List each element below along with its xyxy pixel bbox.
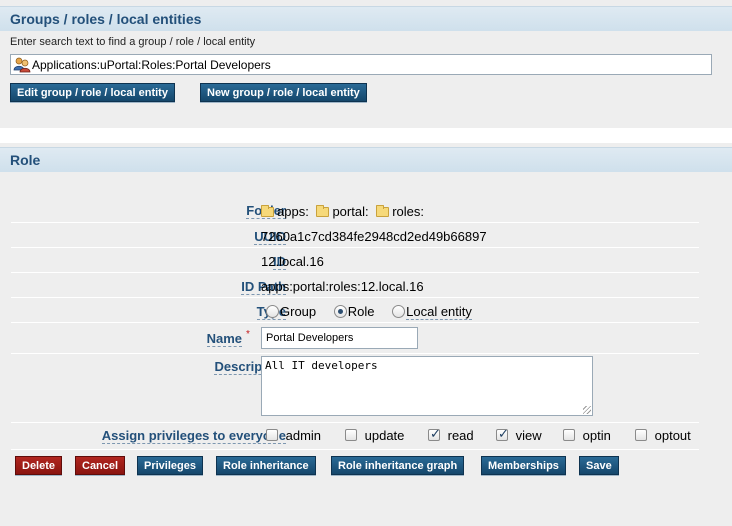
- view-checkbox[interactable]: [496, 426, 509, 442]
- uuid-value: 7260a1c7cd384fe2948cd2ed49b66897: [261, 229, 487, 244]
- required-marker: *: [246, 329, 250, 340]
- resize-grip-icon[interactable]: [583, 406, 591, 414]
- type-local-entity-label[interactable]: Local entity: [406, 304, 472, 320]
- type-options: Group Role Local entity: [266, 304, 472, 320]
- description-value: All IT developers: [265, 359, 378, 372]
- new-group-button[interactable]: New group / role / local entity: [200, 83, 367, 102]
- folder-icon: [376, 205, 390, 217]
- privilege-update: update: [345, 428, 404, 443]
- search-input[interactable]: Applications:uPortal:Roles:Portal Develo…: [10, 54, 712, 75]
- read-checkbox[interactable]: [428, 426, 441, 442]
- save-button[interactable]: Save: [579, 456, 619, 475]
- update-checkbox[interactable]: [345, 429, 357, 441]
- name-field[interactable]: Portal Developers: [261, 327, 418, 349]
- role-section-title: Role: [0, 147, 732, 172]
- privilege-view: view: [496, 426, 542, 443]
- folder-path: apps: portal: roles:: [261, 204, 424, 219]
- optin-label[interactable]: optin: [583, 428, 611, 443]
- type-group-label[interactable]: Group: [280, 304, 316, 319]
- type-role-label[interactable]: Role: [348, 304, 375, 319]
- folder-part-portal[interactable]: portal:: [332, 204, 368, 219]
- delete-button[interactable]: Delete: [15, 456, 63, 475]
- folder-icon: [261, 205, 274, 217]
- privileges-label[interactable]: Assign privileges to everyone: [101, 428, 286, 444]
- privilege-optin: optin: [563, 428, 611, 443]
- privilege-admin: admin: [266, 428, 321, 443]
- folder-part-apps[interactable]: apps:: [277, 204, 309, 219]
- view-label[interactable]: view: [516, 428, 542, 443]
- memberships-button[interactable]: Memberships: [481, 456, 566, 475]
- folder-part-roles[interactable]: roles:: [392, 204, 424, 219]
- privilege-optout: optout: [635, 428, 691, 443]
- groups-section-title: Groups / roles / local entities: [0, 6, 732, 31]
- folder-icon: [316, 205, 330, 217]
- groups-search-panel: Groups / roles / local entities Enter se…: [0, 0, 732, 128]
- edit-group-button[interactable]: Edit group / role / local entity: [10, 83, 175, 102]
- id-row: [11, 247, 699, 272]
- admin-label[interactable]: admin: [286, 428, 321, 443]
- role-inheritance-graph-button[interactable]: Role inheritance graph: [331, 456, 465, 475]
- update-label[interactable]: update: [365, 428, 405, 443]
- group-icon: [13, 56, 31, 73]
- optout-checkbox[interactable]: [635, 429, 647, 441]
- description-field[interactable]: All IT developers: [261, 356, 593, 416]
- type-local-entity-radio[interactable]: [392, 305, 406, 318]
- read-label[interactable]: read: [448, 428, 474, 443]
- privilege-read: read: [428, 426, 474, 443]
- privileges-button[interactable]: Privileges: [137, 456, 203, 475]
- admin-checkbox[interactable]: [266, 429, 278, 441]
- role-inheritance-button[interactable]: Role inheritance: [216, 456, 316, 475]
- cancel-button[interactable]: Cancel: [75, 456, 126, 475]
- id-path-value: apps:portal:roles:12.local.16: [261, 279, 424, 294]
- id-value: 12.local.16: [261, 254, 324, 269]
- optin-checkbox[interactable]: [563, 429, 575, 441]
- type-group-radio[interactable]: [266, 305, 279, 318]
- search-hint: Enter search text to find a group / role…: [10, 36, 256, 48]
- type-role-radio[interactable]: [333, 305, 347, 318]
- optout-label[interactable]: optout: [655, 428, 691, 443]
- name-label[interactable]: Name: [206, 331, 242, 347]
- search-value: Applications:uPortal:Roles:Portal Develo…: [32, 58, 271, 72]
